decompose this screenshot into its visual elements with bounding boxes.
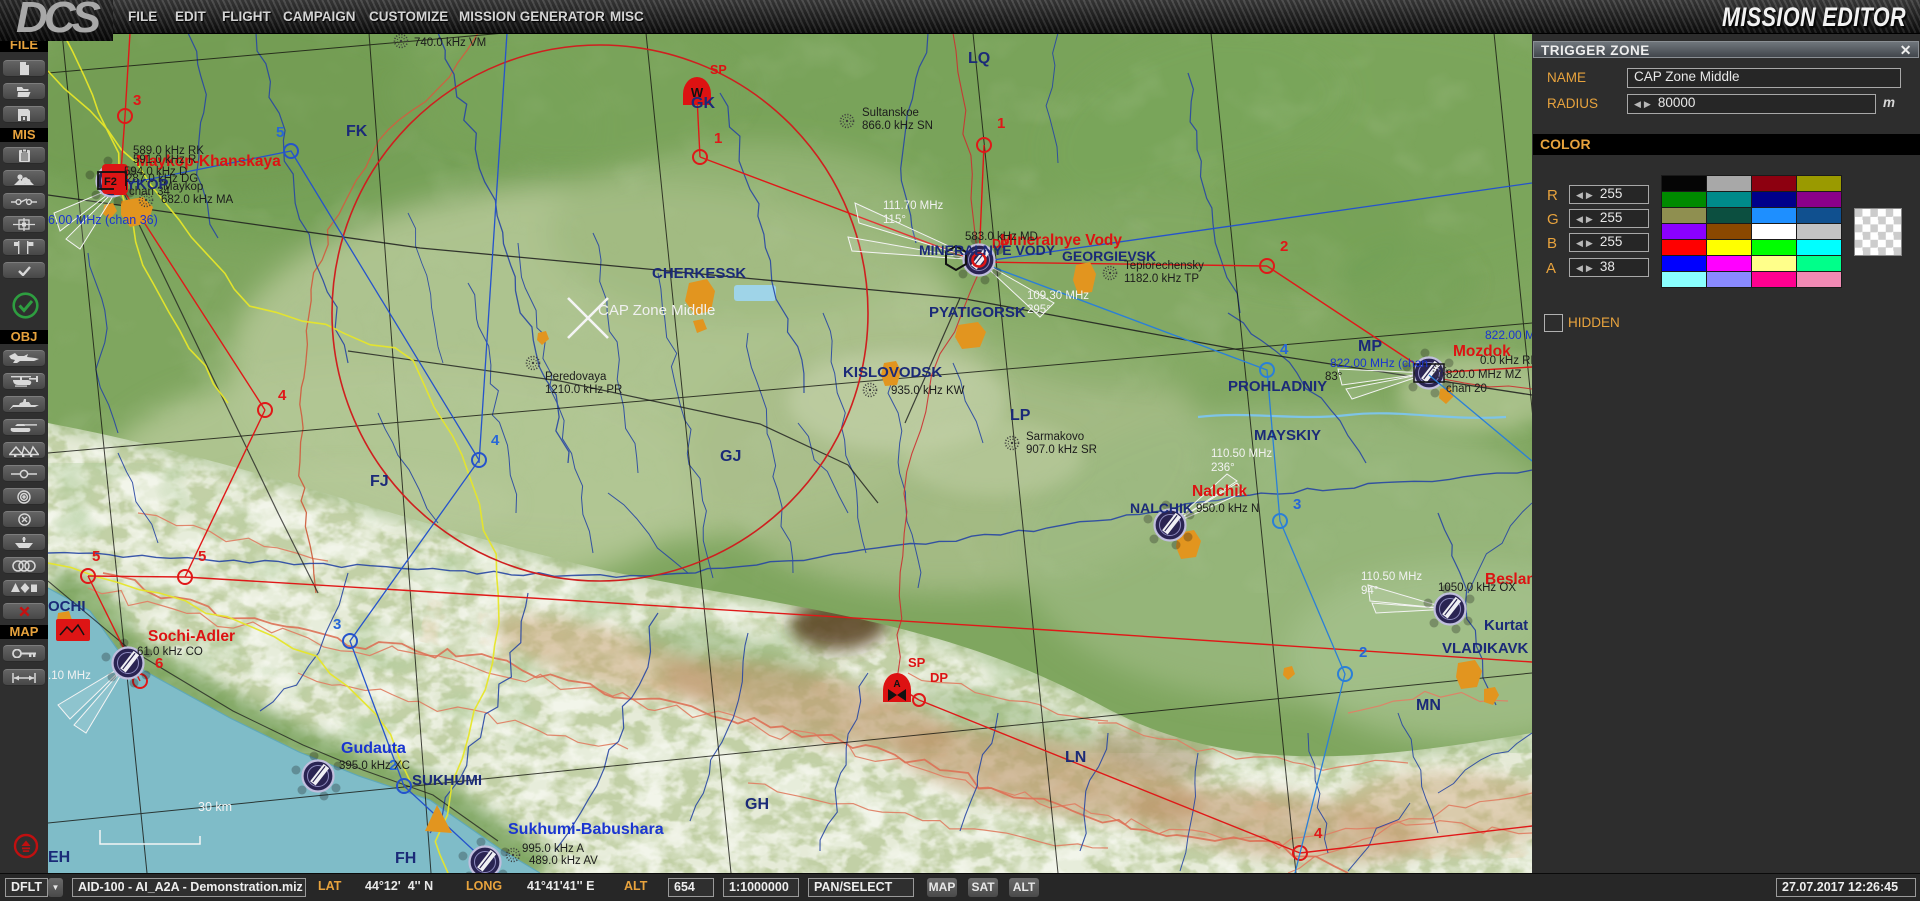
svg-text:DP: DP	[930, 670, 948, 685]
svg-text:EH: EH	[48, 849, 70, 866]
svg-text:866.0 kHz SN: 866.0 kHz SN	[862, 120, 933, 132]
svg-text:3: 3	[1293, 496, 1301, 513]
svg-text:GK: GK	[691, 95, 715, 112]
svg-text:3: 3	[333, 616, 341, 633]
svg-text:Sultanskoe: Sultanskoe	[862, 107, 919, 119]
svg-text:Gudauta: Gudauta	[341, 740, 406, 757]
svg-text:LQ: LQ	[968, 50, 990, 67]
svg-text:1: 1	[714, 130, 722, 147]
svg-text:chan 20: chan 20	[1446, 383, 1487, 395]
svg-text:1182.0 kHz TP: 1182.0 kHz TP	[1124, 273, 1199, 285]
svg-text:820.0 MHz MZ: 820.0 MHz MZ	[1446, 369, 1521, 381]
svg-text:MINERALNYE VODY: MINERALNYE VODY	[919, 242, 1056, 258]
svg-text:.10 MHz: .10 MHz	[48, 670, 91, 682]
svg-text:6.00 MHz (chan 36): 6.00 MHz (chan 36)	[48, 213, 158, 227]
svg-text:NALCHIK: NALCHIK	[1130, 500, 1193, 516]
svg-text:KISLOVODSK: KISLOVODSK	[843, 364, 942, 381]
svg-text:682.0 kHz MA: 682.0 kHz MA	[161, 194, 234, 206]
svg-text:822.00 MH: 822.00 MH	[1485, 328, 1532, 342]
svg-text:Teplorechensky: Teplorechensky	[1124, 260, 1204, 272]
svg-text:591.0 kHz R: 591.0 kHz R	[133, 154, 196, 166]
svg-text:SP: SP	[710, 63, 727, 77]
svg-text:61.0 kHz CO: 61.0 kHz CO	[137, 646, 203, 658]
svg-text:Sukhumi-Babushara: Sukhumi-Babushara	[508, 821, 664, 838]
svg-text:A: A	[893, 679, 900, 690]
svg-text:115°: 115°	[883, 214, 906, 226]
svg-text:FJ: FJ	[370, 473, 389, 490]
svg-text:236°: 236°	[1211, 462, 1235, 474]
svg-text:2: 2	[1359, 644, 1367, 661]
svg-text:CHERKESSK: CHERKESSK	[652, 265, 746, 282]
svg-text:111.70 MHz: 111.70 MHz	[883, 200, 944, 212]
svg-text:YKOP: YKOP	[126, 176, 169, 193]
svg-text:907.0 kHz SR: 907.0 kHz SR	[1026, 444, 1097, 456]
svg-text:Kurtat: Kurtat	[1484, 617, 1528, 634]
svg-text:1: 1	[997, 115, 1005, 132]
svg-text:OCHI: OCHI	[48, 598, 86, 615]
svg-text:Sochi-Adler: Sochi-Adler	[148, 628, 235, 645]
svg-text:109.30 MHz: 109.30 MHz	[1027, 290, 1089, 302]
svg-text:995.0 kHz A: 995.0 kHz A	[522, 843, 584, 855]
svg-text:LN: LN	[1065, 749, 1086, 766]
svg-text:489.0 kHz AV: 489.0 kHz AV	[529, 855, 598, 867]
svg-text:83°: 83°	[1325, 371, 1342, 383]
svg-text:GH: GH	[745, 796, 769, 813]
svg-text:PROHLADNIY: PROHLADNIY	[1228, 378, 1327, 395]
svg-text:94°: 94°	[1361, 585, 1378, 597]
svg-text:1050.0 kHz OX: 1050.0 kHz OX	[1438, 582, 1516, 594]
svg-text:5: 5	[276, 124, 284, 141]
svg-text:30 km: 30 km	[198, 800, 232, 814]
svg-text:GJ: GJ	[720, 448, 741, 465]
svg-text:2: 2	[1280, 238, 1288, 255]
svg-text:Nalchik: Nalchik	[1192, 483, 1248, 500]
svg-text:SUKHUMI: SUKHUMI	[412, 772, 482, 789]
svg-text:MN: MN	[1416, 697, 1441, 714]
svg-text:LP: LP	[1010, 407, 1031, 424]
svg-text:935.0 kHz KW: 935.0 kHz KW	[891, 385, 965, 397]
svg-text:110.50 MHz: 110.50 MHz	[1211, 448, 1272, 460]
svg-text:950.0 kHz N: 950.0 kHz N	[1196, 503, 1259, 515]
svg-text:SP: SP	[908, 655, 926, 670]
svg-text:4: 4	[278, 387, 287, 404]
svg-text:4: 4	[491, 432, 500, 449]
svg-text:Peredovaya: Peredovaya	[545, 371, 607, 383]
svg-text:395.0 kHz XC: 395.0 kHz XC	[339, 760, 410, 772]
svg-text:FH: FH	[395, 850, 416, 867]
svg-text:822.00 MHz (chan: 822.00 MHz (chan	[1330, 356, 1428, 370]
svg-text:MAYSKIY: MAYSKIY	[1254, 427, 1321, 444]
svg-text:CAP Zone Middle: CAP Zone Middle	[598, 302, 715, 319]
svg-text:Sarmakovo: Sarmakovo	[1026, 431, 1084, 443]
svg-text:295°: 295°	[1027, 304, 1051, 316]
svg-text:4: 4	[1314, 825, 1323, 842]
svg-text:PYATIGORSK: PYATIGORSK	[929, 304, 1026, 321]
svg-text:0.0 kHz RM: 0.0 kHz RM	[1480, 355, 1532, 367]
svg-text:110.50 MHz: 110.50 MHz	[1361, 571, 1422, 583]
svg-text:5: 5	[92, 548, 100, 565]
svg-text:4: 4	[1280, 341, 1289, 358]
svg-text:VLADIKAVK: VLADIKAVK	[1442, 640, 1529, 657]
svg-text:5: 5	[198, 548, 206, 565]
svg-text:FK: FK	[346, 123, 368, 140]
svg-text:1210.0 kHz PR: 1210.0 kHz PR	[545, 384, 622, 396]
svg-text:3: 3	[133, 92, 141, 109]
svg-text:MP: MP	[1358, 338, 1382, 355]
svg-text:740.0 kHz VM: 740.0 kHz VM	[414, 37, 486, 49]
